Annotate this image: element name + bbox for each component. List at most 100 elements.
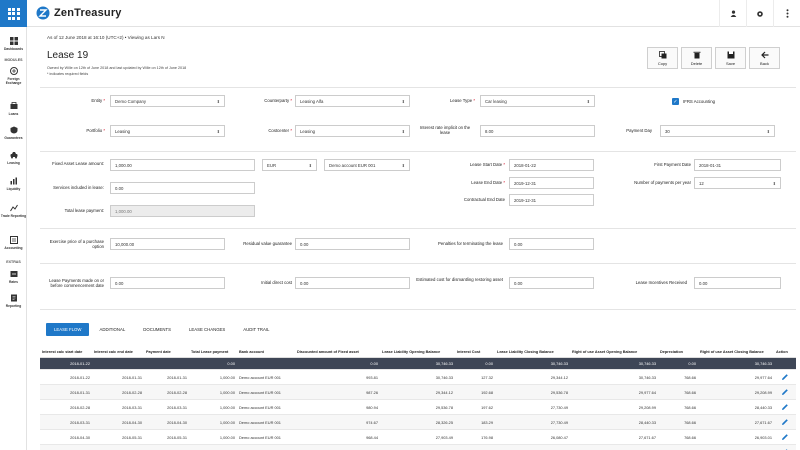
portfolio-select[interactable]: Leasing ⬍ — [110, 125, 225, 137]
costcenter-select[interactable]: Leasing ⬍ — [295, 125, 410, 137]
penalties-input[interactable]: 0.00 — [509, 238, 594, 250]
table-cell: 30,746.33 — [550, 361, 568, 366]
table-row[interactable]: 2018-05-312018-06-302018-06-301,000.00De… — [40, 445, 796, 450]
currency-select[interactable]: EUR ⬍ — [262, 159, 317, 171]
column-header[interactable]: Interest Cost — [455, 347, 495, 357]
table-row[interactable]: 2018-03-31 2018-04-30 2018-04-30 1,000.00 De… — [40, 415, 796, 430]
services-input[interactable]: 0.00 — [110, 182, 255, 194]
save-button[interactable]: Save — [715, 47, 746, 69]
tab-audit-trail[interactable]: AUDIT TRAIL — [235, 323, 278, 336]
sidebar-item-accounting[interactable]: Accounting — [0, 236, 27, 251]
table-cell — [92, 358, 144, 369]
column-header[interactable]: Payment date — [144, 347, 189, 357]
column-header[interactable]: Lease Liability Opening Balance — [380, 347, 455, 357]
trash-icon — [693, 51, 700, 58]
chevron-down-icon: ⬍ — [308, 162, 312, 168]
edit-icon[interactable] — [781, 388, 789, 396]
residual-input[interactable]: 0.00 — [295, 238, 410, 250]
table-cell: 2018-01-31 — [70, 389, 90, 395]
sidebar-item-rates[interactable]: Rates — [0, 270, 27, 285]
more-button[interactable] — [773, 0, 800, 27]
column-header[interactable]: Discounted amount of Fixed asset — [295, 347, 380, 357]
initial-cost-input[interactable]: 0.00 — [295, 277, 410, 289]
column-header[interactable]: Action — [774, 347, 796, 357]
column-header[interactable]: Lease Liability Closing Balance — [495, 347, 570, 357]
sidebar-item-label: Reporting — [5, 304, 22, 308]
column-header[interactable]: Depreciation — [658, 347, 698, 357]
sidebar-item-liquidity[interactable]: Liquidity — [0, 177, 27, 192]
sidebar-item-reporting[interactable]: Reporting — [0, 294, 27, 309]
sidebar-item-fx[interactable]: Foreign Exchange — [0, 67, 27, 85]
column-header[interactable]: Interest calc start date — [40, 347, 92, 357]
table-cell: 1,000.00 — [189, 445, 237, 450]
payments-before-input[interactable]: 0.00 — [110, 277, 225, 289]
services-label: Services included in lease: — [53, 185, 104, 190]
ifrs-checkbox[interactable]: ✓ — [672, 98, 679, 105]
entity-select[interactable]: Demo Company ⬍ — [110, 95, 225, 107]
incentives-input[interactable]: 0.00 — [694, 277, 781, 289]
table-cell: 968.44 — [366, 434, 378, 440]
dismantling-input[interactable]: 0.00 — [509, 277, 594, 289]
column-header[interactable]: Right of use Asset Closing Balance — [698, 347, 774, 357]
logo[interactable]: ZenTreasury — [36, 6, 122, 20]
table-cell: 183.29 — [481, 419, 493, 425]
fixed-amount-input[interactable]: 1,000.00 — [110, 159, 255, 171]
delete-button[interactable]: Delete — [681, 47, 712, 69]
column-header[interactable]: Bank account — [237, 347, 295, 357]
edit-icon[interactable] — [781, 403, 789, 411]
table-cell: 2018-06-30 — [92, 445, 144, 450]
column-header[interactable]: Right of use Asset Opening Balance — [570, 347, 658, 357]
tab-documents[interactable]: DOCUMENTS — [135, 323, 179, 336]
table-row[interactable]: 2018-02-28 2018-03-31 2018-03-31 1,000.00 De… — [40, 400, 796, 415]
num-payments-label: Number of payments per year — [634, 180, 691, 185]
divider — [40, 263, 796, 264]
sidebar-item-loans[interactable]: Loans — [0, 102, 27, 117]
table-row[interactable]: 2018-01-22 0.00 0.00 30,746.33 0.00 30,746.33… — [40, 358, 796, 370]
table-cell: 0.00 — [227, 361, 235, 366]
num-payments-select[interactable]: 12 ⬍ — [694, 177, 781, 189]
tab-lease-flow[interactable]: LEASE FLOW — [46, 323, 90, 336]
sidebar-item-guarantees[interactable]: Guarantees — [0, 126, 27, 141]
exercise-price-input[interactable]: 10,000.00 — [110, 238, 225, 250]
tab-lease-changes[interactable]: LEASE CHANGES — [180, 323, 234, 336]
initial-cost-label: Initial direct cost — [261, 280, 292, 285]
first-payment-input[interactable]: 2018-01-31 — [694, 159, 781, 171]
edit-icon[interactable] — [781, 373, 789, 381]
as-of-text: As of 12 June 2018 at 16:10 (UTC+2) • Vi… — [47, 35, 165, 40]
table-cell: 192.68 — [481, 389, 493, 395]
payment-day-select[interactable]: 30 ⬍ — [660, 125, 775, 137]
table-cell: 0.00 — [688, 361, 696, 366]
sidebar-item-label: Foreign Exchange — [5, 77, 22, 85]
first-payment-label: First Payment Date — [654, 162, 691, 167]
edit-icon[interactable] — [781, 433, 789, 441]
table-row[interactable]: 2018-01-22 2018-01-31 2018-01-31 1,000.00 De… — [40, 370, 796, 385]
end-date-input[interactable]: 2019-12-31 — [509, 177, 594, 189]
account-select[interactable]: Demo account EUR 001 ⬍ — [324, 159, 410, 171]
user-button[interactable] — [719, 0, 746, 27]
sidebar-section-extras: EXTRAS — [6, 260, 21, 264]
app-name: ZenTreasury — [54, 7, 122, 19]
gear-icon — [757, 10, 763, 17]
edit-icon[interactable] — [781, 418, 789, 426]
action-cell — [774, 400, 796, 414]
contractual-end-input[interactable]: 2019-12-31 — [509, 194, 594, 206]
action-cell — [774, 370, 796, 384]
table-cell: 27,671.67 — [638, 434, 656, 440]
interest-rate-input[interactable]: 8.00 — [480, 125, 595, 137]
counterparty-select[interactable]: Leasing Alfa ⬍ — [295, 95, 410, 107]
sidebar-item-trade-reporting[interactable]: Trade Reporting — [0, 204, 27, 219]
tab-additional[interactable]: ADDITIONAL — [91, 323, 134, 336]
sidebar-item-dashboards[interactable]: Dashboards — [0, 37, 27, 52]
table-row[interactable]: 2018-01-31 2018-02-28 2018-02-28 1,000.00 De… — [40, 385, 796, 400]
table-row[interactable]: 2018-04-30 2018-05-31 2018-05-31 1,000.00 De… — [40, 430, 796, 445]
copy-button[interactable]: Copy — [647, 47, 678, 69]
back-button[interactable]: Back — [749, 47, 780, 69]
sidebar-item-leasing[interactable]: Leasing — [0, 151, 27, 166]
start-date-input[interactable]: 2018-01-22 — [509, 159, 594, 171]
column-header[interactable]: Interest calc end date — [92, 347, 144, 357]
app-grid-button[interactable] — [0, 0, 27, 27]
lease-type-select[interactable]: Car leasing ⬍ — [480, 95, 595, 107]
column-header[interactable]: Total Lease payment — [189, 347, 237, 357]
divider — [40, 87, 796, 88]
settings-button[interactable] — [746, 0, 773, 27]
